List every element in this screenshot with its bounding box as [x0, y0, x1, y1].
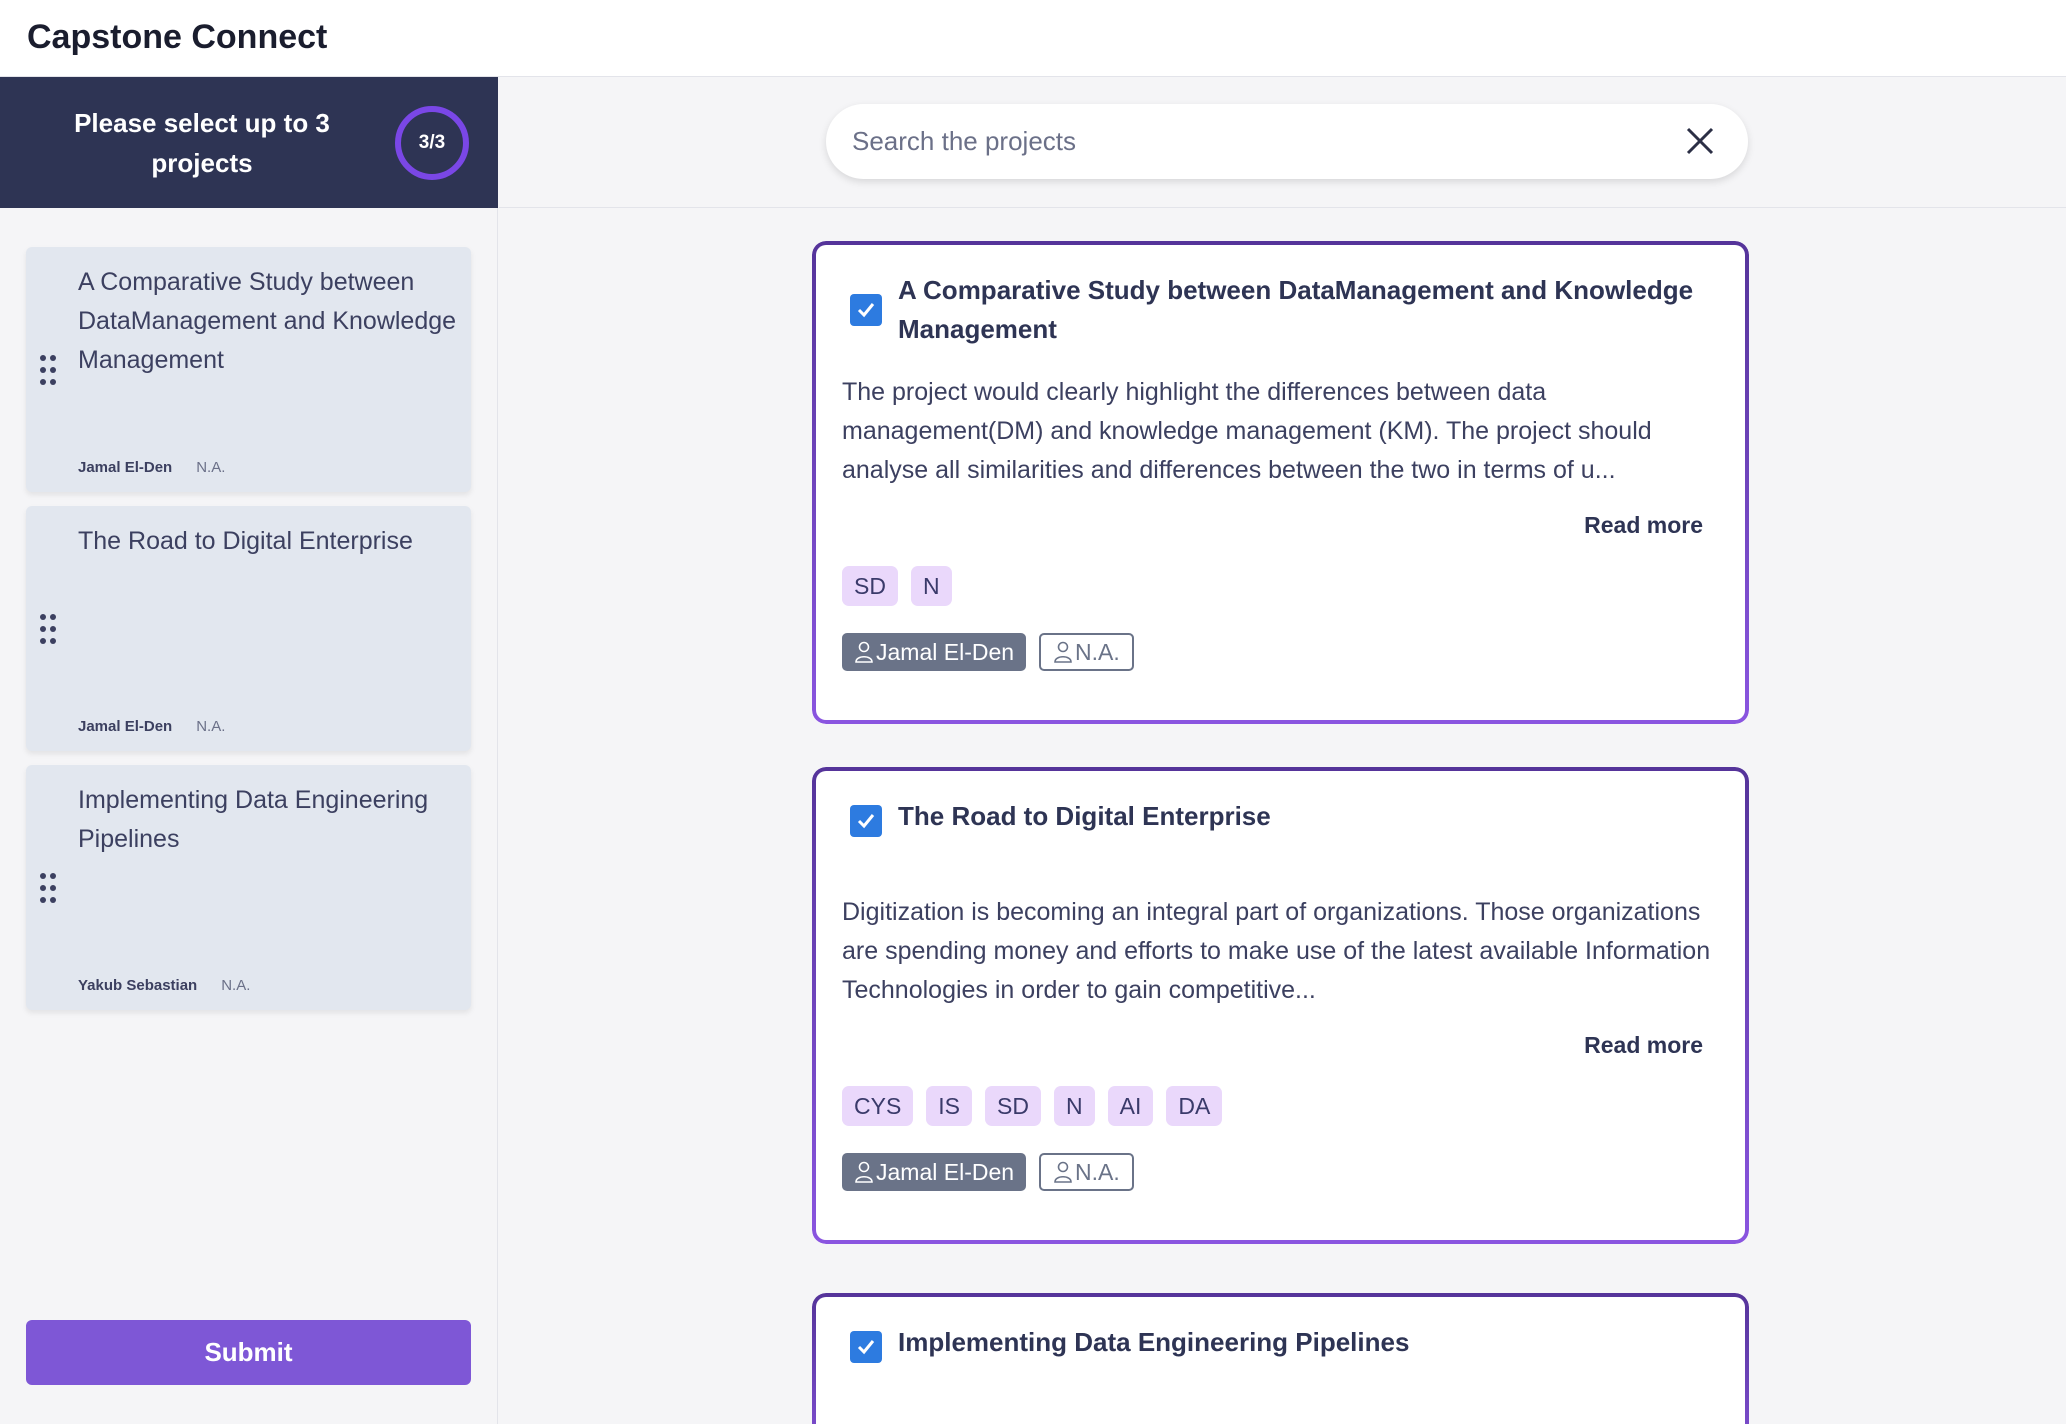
supervisor-name: Yakub Sebastian: [78, 977, 198, 994]
tag: CYS: [842, 1086, 914, 1126]
project-checkbox[interactable]: [850, 805, 882, 837]
sidebar-header: Please select up to 3 projects 3/3: [0, 77, 498, 208]
search-bar-area: [499, 77, 2066, 208]
close-icon[interactable]: [1684, 125, 1716, 157]
drag-handle-icon[interactable]: [40, 873, 60, 905]
tag: N: [1053, 1086, 1095, 1126]
drag-handle-icon[interactable]: [40, 614, 60, 646]
supervisor-name: Jamal El-Den: [78, 459, 173, 476]
selected-project-title: Implementing Data Engineering Pipelines: [78, 786, 429, 853]
project-checkbox[interactable]: [850, 1331, 882, 1363]
selected-project-card[interactable]: The Road to Digital Enterprise Jamal El-…: [26, 506, 471, 751]
submit-button[interactable]: Submit: [26, 1320, 471, 1385]
selected-project-meta: Jamal El-Den N.A.: [78, 459, 225, 476]
selected-project-title: The Road to Digital Enterprise: [78, 527, 413, 555]
supervisor-name: Jamal El-Den: [876, 1158, 1015, 1185]
read-more-link[interactable]: Read more: [1584, 1032, 1703, 1059]
project-title: Implementing Data Engineering Pipelines: [898, 1327, 1410, 1357]
co-supervisor-name: N.A.: [221, 977, 251, 994]
check-icon: [857, 814, 875, 829]
tag: DA: [1166, 1086, 1223, 1126]
supervisor-list: Jamal El-Den N.A.: [842, 1153, 1134, 1191]
project-card: Implementing Data Engineering Pipelines: [812, 1293, 1749, 1424]
tag-list: SD N: [842, 566, 952, 606]
tag: SD: [985, 1086, 1041, 1126]
selected-project-meta: Jamal El-Den N.A.: [78, 718, 225, 735]
search-input[interactable]: [852, 104, 1652, 179]
tag-list: CYS IS SD N AI DA: [842, 1086, 1223, 1126]
project-checkbox[interactable]: [850, 294, 882, 326]
tag: IS: [926, 1086, 973, 1126]
co-supervisor-name: N.A.: [196, 459, 226, 476]
selection-prompt: Please select up to 3 projects: [74, 108, 330, 178]
check-icon: [857, 1340, 875, 1355]
supervisor-name: Jamal El-Den: [876, 638, 1015, 665]
selected-project-title: A Comparative Study between DataManageme…: [78, 268, 457, 374]
project-list-area[interactable]: A Comparative Study between DataManageme…: [499, 77, 2066, 1424]
person-icon: [1054, 641, 1072, 663]
person-icon: [855, 641, 873, 663]
tag: AI: [1107, 1086, 1154, 1126]
project-card: A Comparative Study between DataManageme…: [812, 241, 1749, 724]
project-title: A Comparative Study between DataManageme…: [898, 275, 1694, 344]
read-more-link[interactable]: Read more: [1584, 512, 1703, 539]
project-title: The Road to Digital Enterprise: [898, 801, 1271, 831]
app-title: Capstone Connect: [27, 18, 328, 56]
selected-project-card[interactable]: A Comparative Study between DataManageme…: [26, 247, 471, 492]
tag: N: [910, 566, 952, 606]
selected-project-card[interactable]: Implementing Data Engineering Pipelines …: [26, 765, 471, 1010]
person-icon: [855, 1161, 873, 1183]
supervisor-name: Jamal El-Den: [78, 718, 173, 735]
selected-project-meta: Yakub Sebastian N.A.: [78, 977, 250, 994]
co-supervisor-name: N.A.: [1075, 1158, 1120, 1185]
co-supervisor-name: N.A.: [196, 718, 226, 735]
person-icon: [1054, 1161, 1072, 1183]
check-icon: [857, 303, 875, 318]
co-supervisor-name: N.A.: [1075, 638, 1120, 665]
supervisor-badge: Jamal El-Den: [842, 1153, 1027, 1191]
co-supervisor-badge: N.A.: [1039, 633, 1134, 671]
tag: SD: [842, 566, 898, 606]
app-header: Capstone Connect: [0, 0, 2066, 77]
selection-sidebar: Please select up to 3 projects 3/3 A Com…: [0, 77, 498, 1424]
project-card: The Road to Digital Enterprise Digitizat…: [812, 767, 1749, 1244]
project-description: The project would clearly highlight the …: [842, 378, 1652, 484]
supervisor-list: Jamal El-Den N.A.: [842, 633, 1134, 671]
co-supervisor-badge: N.A.: [1039, 1153, 1134, 1191]
search-box: [826, 104, 1748, 179]
project-description: Digitization is becoming an integral par…: [842, 898, 1711, 1004]
supervisor-badge: Jamal El-Den: [842, 633, 1027, 671]
selection-counter: 3/3: [395, 106, 469, 180]
drag-handle-icon[interactable]: [40, 355, 60, 387]
